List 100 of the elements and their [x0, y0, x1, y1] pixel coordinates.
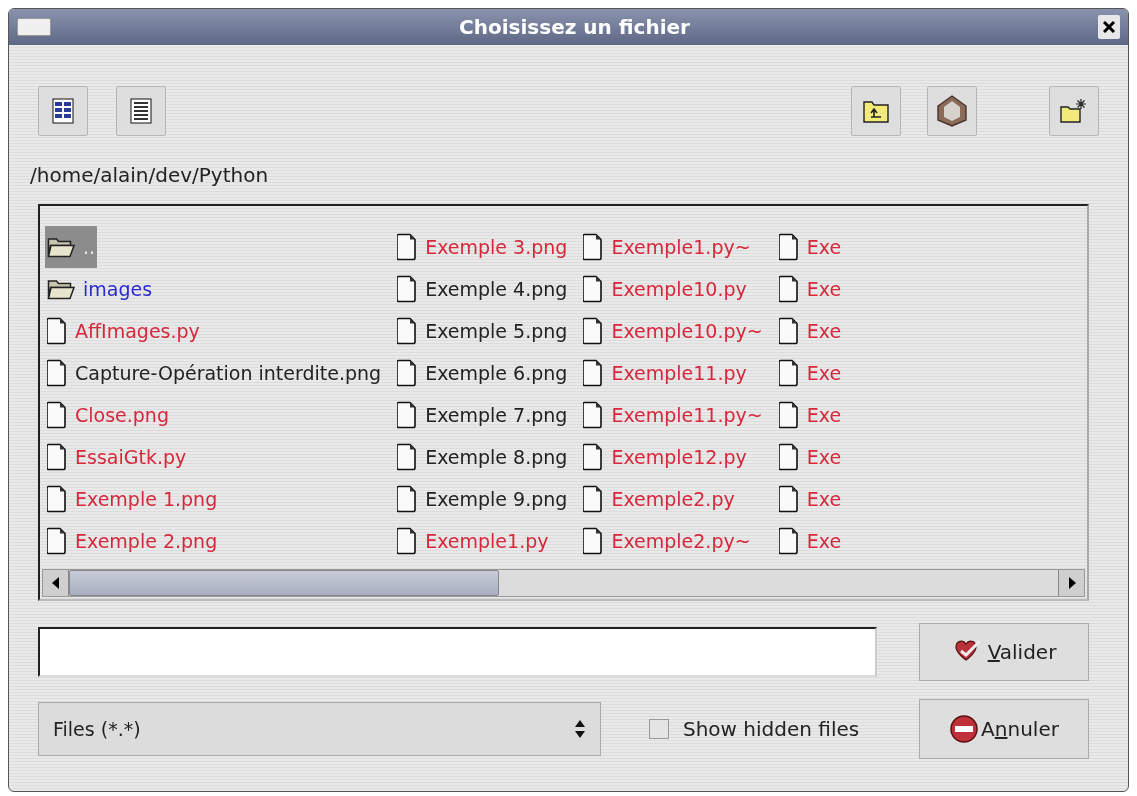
file-name: Exe	[806, 486, 842, 512]
show-hidden-checkbox[interactable]	[649, 719, 669, 739]
file-name: Exe	[806, 318, 842, 344]
file-item[interactable]: Exemple 1.png	[45, 478, 220, 520]
file-item[interactable]: Exemple 9.png	[395, 478, 570, 520]
folder-icon	[47, 278, 75, 300]
file-icon	[47, 527, 67, 555]
icon-view-icon	[52, 98, 74, 124]
file-name: Exemple 6.png	[425, 360, 568, 386]
file-icon	[778, 233, 799, 261]
parent-folder-button[interactable]	[851, 86, 901, 136]
file-icon	[397, 401, 418, 429]
file-item[interactable]: Exemple2.py~	[581, 520, 753, 562]
folder-up-icon	[863, 99, 889, 123]
horizontal-scrollbar[interactable]	[42, 569, 1085, 597]
file-icon	[47, 401, 67, 429]
file-item[interactable]: Exemple1.py	[395, 520, 551, 562]
file-icon	[47, 359, 67, 387]
file-name: Exemple 4.png	[425, 276, 568, 302]
file-item[interactable]: Exemple 7.png	[395, 394, 570, 436]
file-icon	[583, 233, 604, 261]
file-name: Capture-Opération interdite.png	[75, 360, 382, 386]
file-icon	[778, 485, 799, 513]
file-icon	[397, 527, 418, 555]
file-item[interactable]: Exe	[776, 520, 844, 562]
file-item[interactable]: Exe	[776, 436, 844, 478]
file-item[interactable]: images	[45, 268, 155, 310]
file-item[interactable]: Exemple 6.png	[395, 352, 570, 394]
icon-view-button[interactable]	[38, 86, 88, 136]
scroll-right-icon[interactable]	[1058, 570, 1084, 596]
file-item[interactable]: Exemple11.py~	[581, 394, 765, 436]
file-name: Exemple1.py~	[611, 234, 751, 260]
file-name: Exemple1.py	[425, 528, 549, 554]
file-item[interactable]: Close.png	[45, 394, 171, 436]
file-name: Exemple 9.png	[425, 486, 568, 512]
file-name: Close.png	[75, 402, 169, 428]
file-icon	[583, 485, 604, 513]
stop-icon	[949, 714, 980, 744]
file-item[interactable]: Exe	[776, 268, 844, 310]
file-name: Exemple10.py	[611, 276, 747, 302]
home-button[interactable]	[927, 86, 977, 136]
file-item[interactable]: Exemple11.py	[581, 352, 749, 394]
scroll-left-icon[interactable]	[43, 570, 69, 596]
file-icon	[778, 317, 799, 345]
file-item[interactable]: Exemple 5.png	[395, 310, 570, 352]
file-item[interactable]: Capture-Opération interdite.png	[45, 352, 384, 394]
list-view-icon	[130, 98, 152, 124]
file-item[interactable]: Exemple 2.png	[45, 520, 220, 562]
file-item[interactable]: Exemple2.py	[581, 478, 737, 520]
file-name: Exemple2.py	[611, 486, 735, 512]
file-icon	[47, 485, 67, 513]
window-title: Choisissez un fichier	[459, 14, 690, 41]
file-item[interactable]: Exemple10.py~	[581, 310, 765, 352]
file-name: Exemple10.py~	[611, 318, 763, 344]
file-item[interactable]: Exemple 4.png	[395, 268, 570, 310]
file-name: Exemple 3.png	[425, 234, 568, 260]
file-icon	[778, 275, 799, 303]
file-icon	[583, 359, 604, 387]
file-item[interactable]: Exemple10.py	[581, 268, 749, 310]
file-item[interactable]: Exe	[776, 226, 844, 268]
filename-field[interactable]	[38, 627, 877, 677]
file-icon	[397, 443, 418, 471]
file-name: Exe	[806, 360, 842, 386]
new-folder-icon	[1060, 98, 1088, 124]
file-icon	[583, 401, 604, 429]
folder-icon	[47, 236, 75, 258]
close-button[interactable]	[1098, 15, 1120, 39]
file-name: ..	[83, 234, 96, 260]
file-item[interactable]: Exemple12.py	[581, 436, 749, 478]
new-folder-button[interactable]	[1049, 86, 1099, 136]
file-item[interactable]: Exe	[776, 310, 844, 352]
file-item[interactable]: Exe	[776, 352, 844, 394]
close-icon	[1103, 21, 1115, 33]
file-item[interactable]: ..	[45, 226, 98, 268]
file-icon	[583, 527, 604, 555]
file-item[interactable]: Exe	[776, 478, 844, 520]
file-name: Exemple 1.png	[75, 486, 218, 512]
file-item[interactable]: Exemple 3.png	[395, 226, 570, 268]
scrollbar-thumb[interactable]	[69, 570, 499, 596]
file-icon	[778, 527, 799, 555]
file-name: Exemple 2.png	[75, 528, 218, 554]
file-name: Exemple2.py~	[611, 528, 751, 554]
validate-button[interactable]: Valider	[919, 623, 1089, 681]
file-item[interactable]: Exemple 8.png	[395, 436, 570, 478]
file-item[interactable]: Exemple1.py~	[581, 226, 753, 268]
file-name: images	[83, 276, 153, 302]
file-name: EssaiGtk.py	[75, 444, 187, 470]
list-view-button[interactable]	[116, 86, 166, 136]
show-hidden-label: Show hidden files	[683, 716, 860, 743]
file-item[interactable]: Exe	[776, 394, 844, 436]
file-item[interactable]: EssaiGtk.py	[45, 436, 189, 478]
file-name: Exe	[806, 444, 842, 470]
filter-dropdown[interactable]: Files (*.*)	[38, 702, 601, 756]
file-item[interactable]: AffImages.py	[45, 310, 202, 352]
cancel-button[interactable]: Annuler	[919, 699, 1089, 759]
file-name: Exe	[806, 528, 842, 554]
file-icon	[397, 317, 418, 345]
file-icon	[583, 275, 604, 303]
file-icon	[47, 443, 67, 471]
file-icon	[397, 275, 418, 303]
